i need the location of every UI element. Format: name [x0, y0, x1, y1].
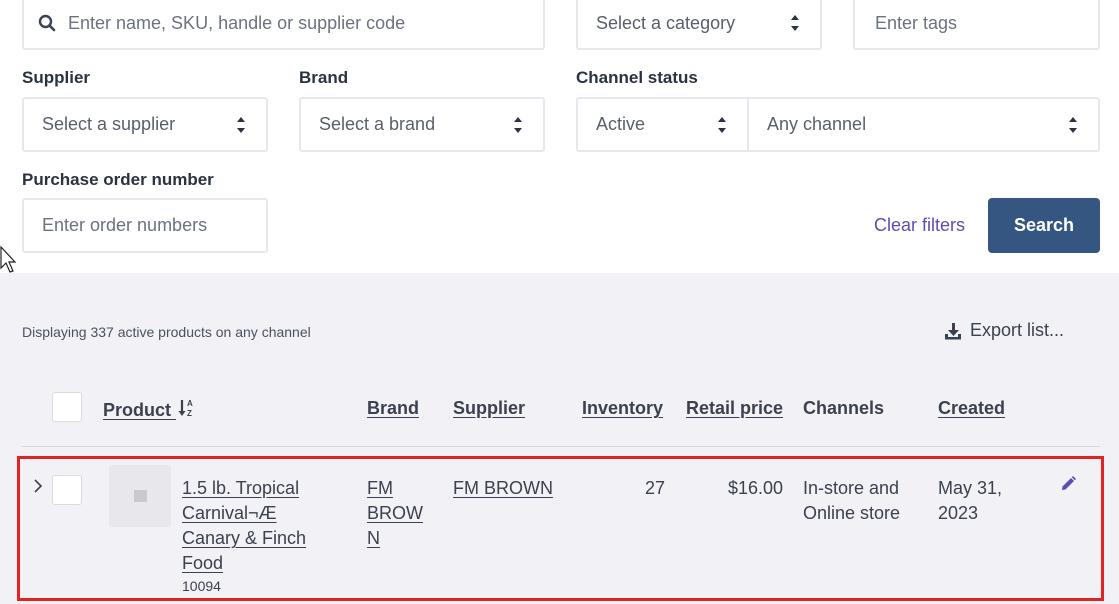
- brand-select[interactable]: Select a brand: [299, 97, 545, 152]
- search-placeholder: Enter name, SKU, handle or supplier code: [68, 12, 406, 33]
- column-header-retail-price[interactable]: Retail price: [686, 398, 783, 419]
- mouse-cursor-icon: [0, 246, 16, 273]
- svg-text:A: A: [187, 399, 193, 408]
- header-divider: [22, 446, 1100, 447]
- tags-input[interactable]: Enter tags: [853, 0, 1100, 50]
- sort-arrows-icon: [784, 12, 806, 34]
- row-highlight-box: [17, 456, 1104, 601]
- channel-status-value: Active: [596, 114, 646, 134]
- purchase-order-label: Purchase order number: [22, 170, 214, 189]
- download-icon: [945, 322, 961, 339]
- clear-filters-link[interactable]: Clear filters: [874, 215, 965, 236]
- channel-status-select[interactable]: Active: [576, 97, 749, 152]
- category-select-value: Select a category: [596, 12, 736, 33]
- sort-arrows-icon: [1062, 114, 1084, 136]
- export-list-label: Export list...: [970, 320, 1065, 340]
- supplier-select-value: Select a supplier: [42, 114, 176, 134]
- category-select[interactable]: Select a category: [576, 0, 822, 50]
- column-header-brand[interactable]: Brand: [367, 398, 419, 419]
- search-icon: [38, 14, 56, 32]
- column-header-product[interactable]: Product A Z: [103, 398, 196, 421]
- channel-select[interactable]: Any channel: [747, 97, 1100, 152]
- search-input[interactable]: Enter name, SKU, handle or supplier code: [22, 0, 545, 50]
- sort-arrows-icon: [507, 114, 529, 136]
- channel-select-value: Any channel: [767, 114, 867, 134]
- channel-status-label: Channel status: [576, 68, 698, 87]
- column-header-supplier[interactable]: Supplier: [453, 398, 525, 419]
- column-header-created[interactable]: Created: [938, 398, 1005, 419]
- column-header-product-label: Product: [103, 400, 172, 420]
- column-header-channels: Channels: [803, 398, 885, 418]
- search-button[interactable]: Search: [988, 198, 1100, 253]
- brand-select-value: Select a brand: [319, 114, 436, 134]
- brand-label: Brand: [299, 68, 349, 87]
- results-summary: Displaying 337 active products on any ch…: [22, 324, 311, 340]
- supplier-label: Supplier: [22, 68, 91, 87]
- tags-placeholder: Enter tags: [875, 12, 958, 33]
- export-list-button[interactable]: Export list...: [944, 320, 1064, 341]
- purchase-order-input[interactable]: Enter order numbers: [22, 198, 268, 253]
- svg-text:Z: Z: [187, 409, 192, 418]
- sort-arrows-icon: [711, 114, 733, 136]
- sort-alpha-icon: A Z: [178, 399, 193, 418]
- sort-arrows-icon: [230, 114, 252, 136]
- purchase-order-placeholder: Enter order numbers: [42, 215, 208, 235]
- column-header-inventory[interactable]: Inventory: [582, 398, 663, 419]
- supplier-select[interactable]: Select a supplier: [22, 97, 268, 152]
- select-all-checkbox[interactable]: [52, 392, 82, 422]
